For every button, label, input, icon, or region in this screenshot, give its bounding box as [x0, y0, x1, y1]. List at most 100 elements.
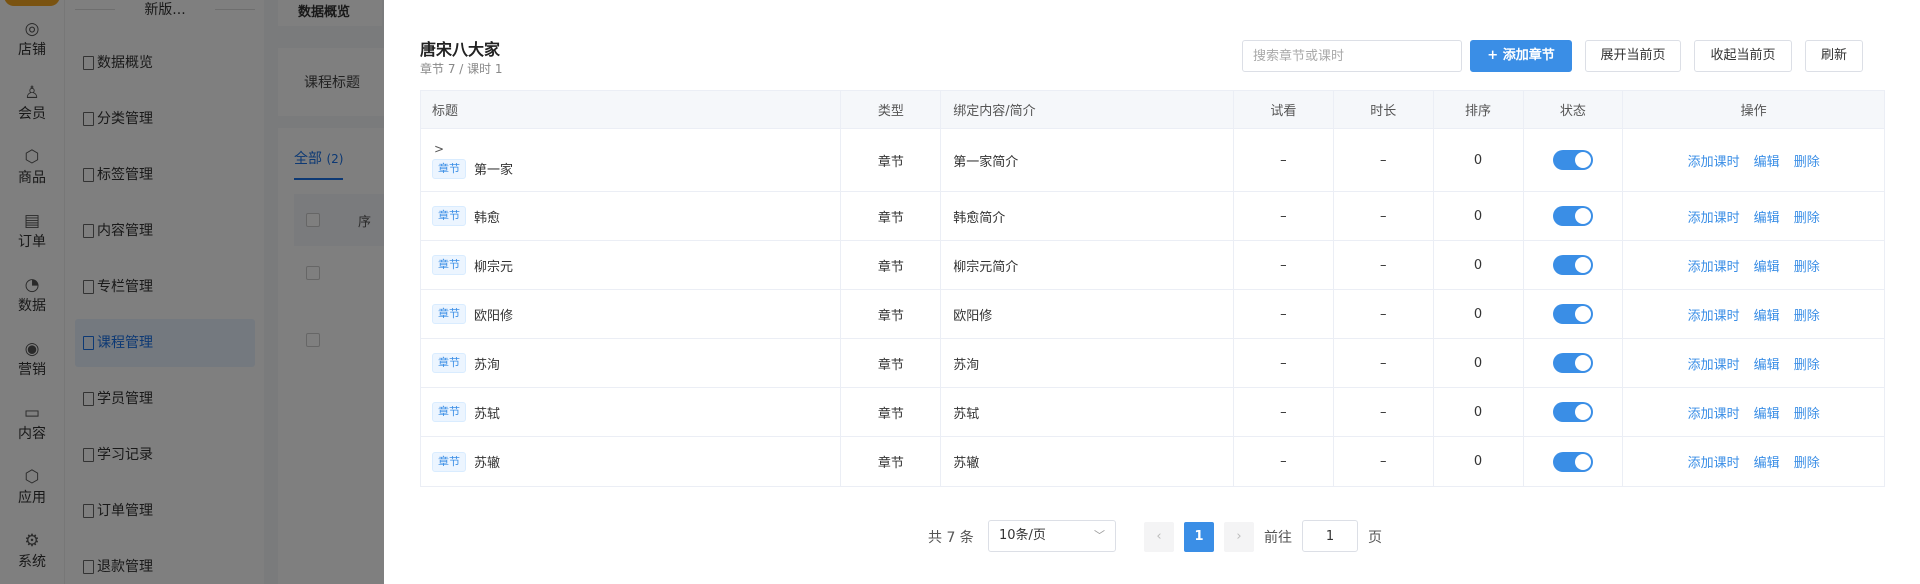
table-row: > 章节 第一家 章节 第一家简介 – –0 添加课时 编辑 删除 [421, 129, 1884, 192]
col-status: 状态 [1524, 91, 1624, 128]
cell-status [1524, 339, 1624, 387]
pagination: 共 7 条 10条/页 ﹀ ‹ 1 › 前往 页 [384, 518, 1920, 552]
goto-page-input[interactable] [1302, 520, 1358, 552]
chapter-tag: 章节 [432, 402, 466, 422]
add-lesson-link[interactable]: 添加课时 [1688, 354, 1740, 373]
cell-ops: 添加课时 编辑 删除 [1623, 129, 1884, 191]
cell-sort: 0 [1434, 339, 1524, 387]
next-page-button[interactable]: › [1224, 522, 1254, 552]
edit-link[interactable]: 编辑 [1754, 452, 1780, 471]
pagination-total: 共 7 条 [928, 530, 974, 546]
cell-type: 章节 [841, 437, 942, 486]
cell-trial: – [1234, 437, 1334, 486]
cell-sort: 0 [1434, 192, 1524, 240]
delete-link[interactable]: 删除 [1794, 305, 1820, 324]
edit-link[interactable]: 编辑 [1754, 256, 1780, 275]
col-trial: 试看 [1234, 91, 1334, 128]
table-header: 标题 类型 绑定内容/简介 试看 时长 排序 状态 操作 [421, 91, 1884, 129]
cell-title: > 章节 第一家 [421, 129, 842, 191]
cell-duration: – [1334, 437, 1434, 486]
cell-duration: – [1334, 241, 1434, 289]
chapter-tag: 章节 [432, 158, 466, 179]
status-toggle[interactable] [1552, 150, 1593, 170]
col-title: 标题 [421, 91, 842, 128]
delete-link[interactable]: 删除 [1794, 256, 1820, 275]
cell-status [1524, 129, 1624, 191]
cell-title: 章节 韩愈 [421, 192, 842, 240]
chapter-table: 标题 类型 绑定内容/简介 试看 时长 排序 状态 操作 > 章节 第一家 章节 第一家… [420, 90, 1885, 487]
row-title: 苏辙 [474, 456, 501, 471]
delete-link[interactable]: 删除 [1794, 151, 1820, 170]
cell-sort: 0 [1434, 437, 1524, 486]
chevron-down-icon: ﹀ [1094, 529, 1105, 542]
cell-duration: – [1334, 192, 1434, 240]
col-sort: 排序 [1434, 91, 1524, 128]
cell-duration: – [1334, 129, 1434, 191]
delete-link[interactable]: 删除 [1794, 452, 1820, 471]
current-page-button[interactable]: 1 [1184, 522, 1214, 552]
chapter-tag: 章节 [432, 206, 466, 226]
status-toggle[interactable] [1552, 304, 1593, 324]
cell-type: 章节 [841, 241, 942, 289]
page-size-value: 10条/页 [999, 528, 1046, 543]
cell-title: 章节 欧阳修 [421, 290, 842, 338]
add-lesson-link[interactable]: 添加课时 [1688, 207, 1740, 226]
status-toggle[interactable] [1552, 353, 1593, 373]
edit-link[interactable]: 编辑 [1754, 151, 1780, 170]
chevron-right-icon[interactable]: > [434, 142, 513, 156]
cell-trial: – [1234, 339, 1334, 387]
cell-sort: 0 [1434, 129, 1524, 191]
cell-trial: – [1234, 290, 1334, 338]
add-lesson-link[interactable]: 添加课时 [1688, 403, 1740, 422]
cell-trial: – [1234, 192, 1334, 240]
add-lesson-link[interactable]: 添加课时 [1688, 256, 1740, 275]
cell-duration: – [1334, 388, 1434, 436]
cell-bind: 第一家简介 [941, 129, 1234, 191]
delete-link[interactable]: 删除 [1794, 207, 1820, 226]
cell-bind: 韩愈简介 [941, 192, 1234, 240]
refresh-button[interactable]: 刷新 [1805, 40, 1863, 72]
page-size-select[interactable]: 10条/页 ﹀ [988, 520, 1116, 552]
status-toggle[interactable] [1552, 206, 1593, 226]
cell-ops: 添加课时 编辑 删除 [1623, 290, 1884, 338]
delete-link[interactable]: 删除 [1794, 354, 1820, 373]
cell-trial: – [1234, 388, 1334, 436]
cell-bind: 苏洵 [941, 339, 1234, 387]
search-input[interactable] [1242, 40, 1462, 72]
cell-bind: 苏辙 [941, 437, 1234, 486]
edit-link[interactable]: 编辑 [1754, 207, 1780, 226]
cell-sort: 0 [1434, 290, 1524, 338]
cell-trial: – [1234, 241, 1334, 289]
row-title: 苏轼 [474, 406, 501, 422]
add-lesson-link[interactable]: 添加课时 [1688, 151, 1740, 170]
cell-type: 章节 [841, 388, 942, 436]
cell-bind: 欧阳修 [941, 290, 1234, 338]
add-lesson-link[interactable]: 添加课时 [1688, 452, 1740, 471]
cell-status [1524, 437, 1624, 486]
add-lesson-link[interactable]: 添加课时 [1688, 305, 1740, 324]
edit-link[interactable]: 编辑 [1754, 305, 1780, 324]
status-toggle[interactable] [1552, 402, 1593, 422]
cell-ops: 添加课时 编辑 删除 [1623, 388, 1884, 436]
expand-page-button[interactable]: 展开当前页 [1585, 40, 1681, 72]
prev-page-button[interactable]: ‹ [1144, 522, 1174, 552]
cell-duration: – [1334, 339, 1434, 387]
status-toggle[interactable] [1552, 451, 1593, 472]
collapse-page-button[interactable]: 收起当前页 [1694, 40, 1792, 72]
edit-link[interactable]: 编辑 [1754, 403, 1780, 422]
edit-link[interactable]: 编辑 [1754, 354, 1780, 373]
cell-title: 章节 苏洵 [421, 339, 842, 387]
delete-link[interactable]: 删除 [1794, 403, 1820, 422]
col-duration: 时长 [1334, 91, 1434, 128]
drawer-subtitle: 章节 7 / 课时 1 [420, 62, 503, 76]
table-row: 章节 苏轼 章节 苏轼 – –0 添加课时 编辑 删除 [421, 388, 1884, 437]
chapter-tag: 章节 [432, 255, 466, 275]
add-chapter-button[interactable]: + 添加章节 [1470, 40, 1572, 72]
cell-type: 章节 [841, 290, 942, 338]
table-row: 章节 苏洵 章节 苏洵 – –0 添加课时 编辑 删除 [421, 339, 1884, 388]
chapter-tag: 章节 [432, 451, 466, 472]
table-row: 章节 欧阳修 章节 欧阳修 – –0 添加课时 编辑 删除 [421, 290, 1884, 339]
chapter-tag: 章节 [432, 353, 466, 373]
row-title: 欧阳修 [474, 308, 514, 324]
status-toggle[interactable] [1552, 255, 1593, 275]
